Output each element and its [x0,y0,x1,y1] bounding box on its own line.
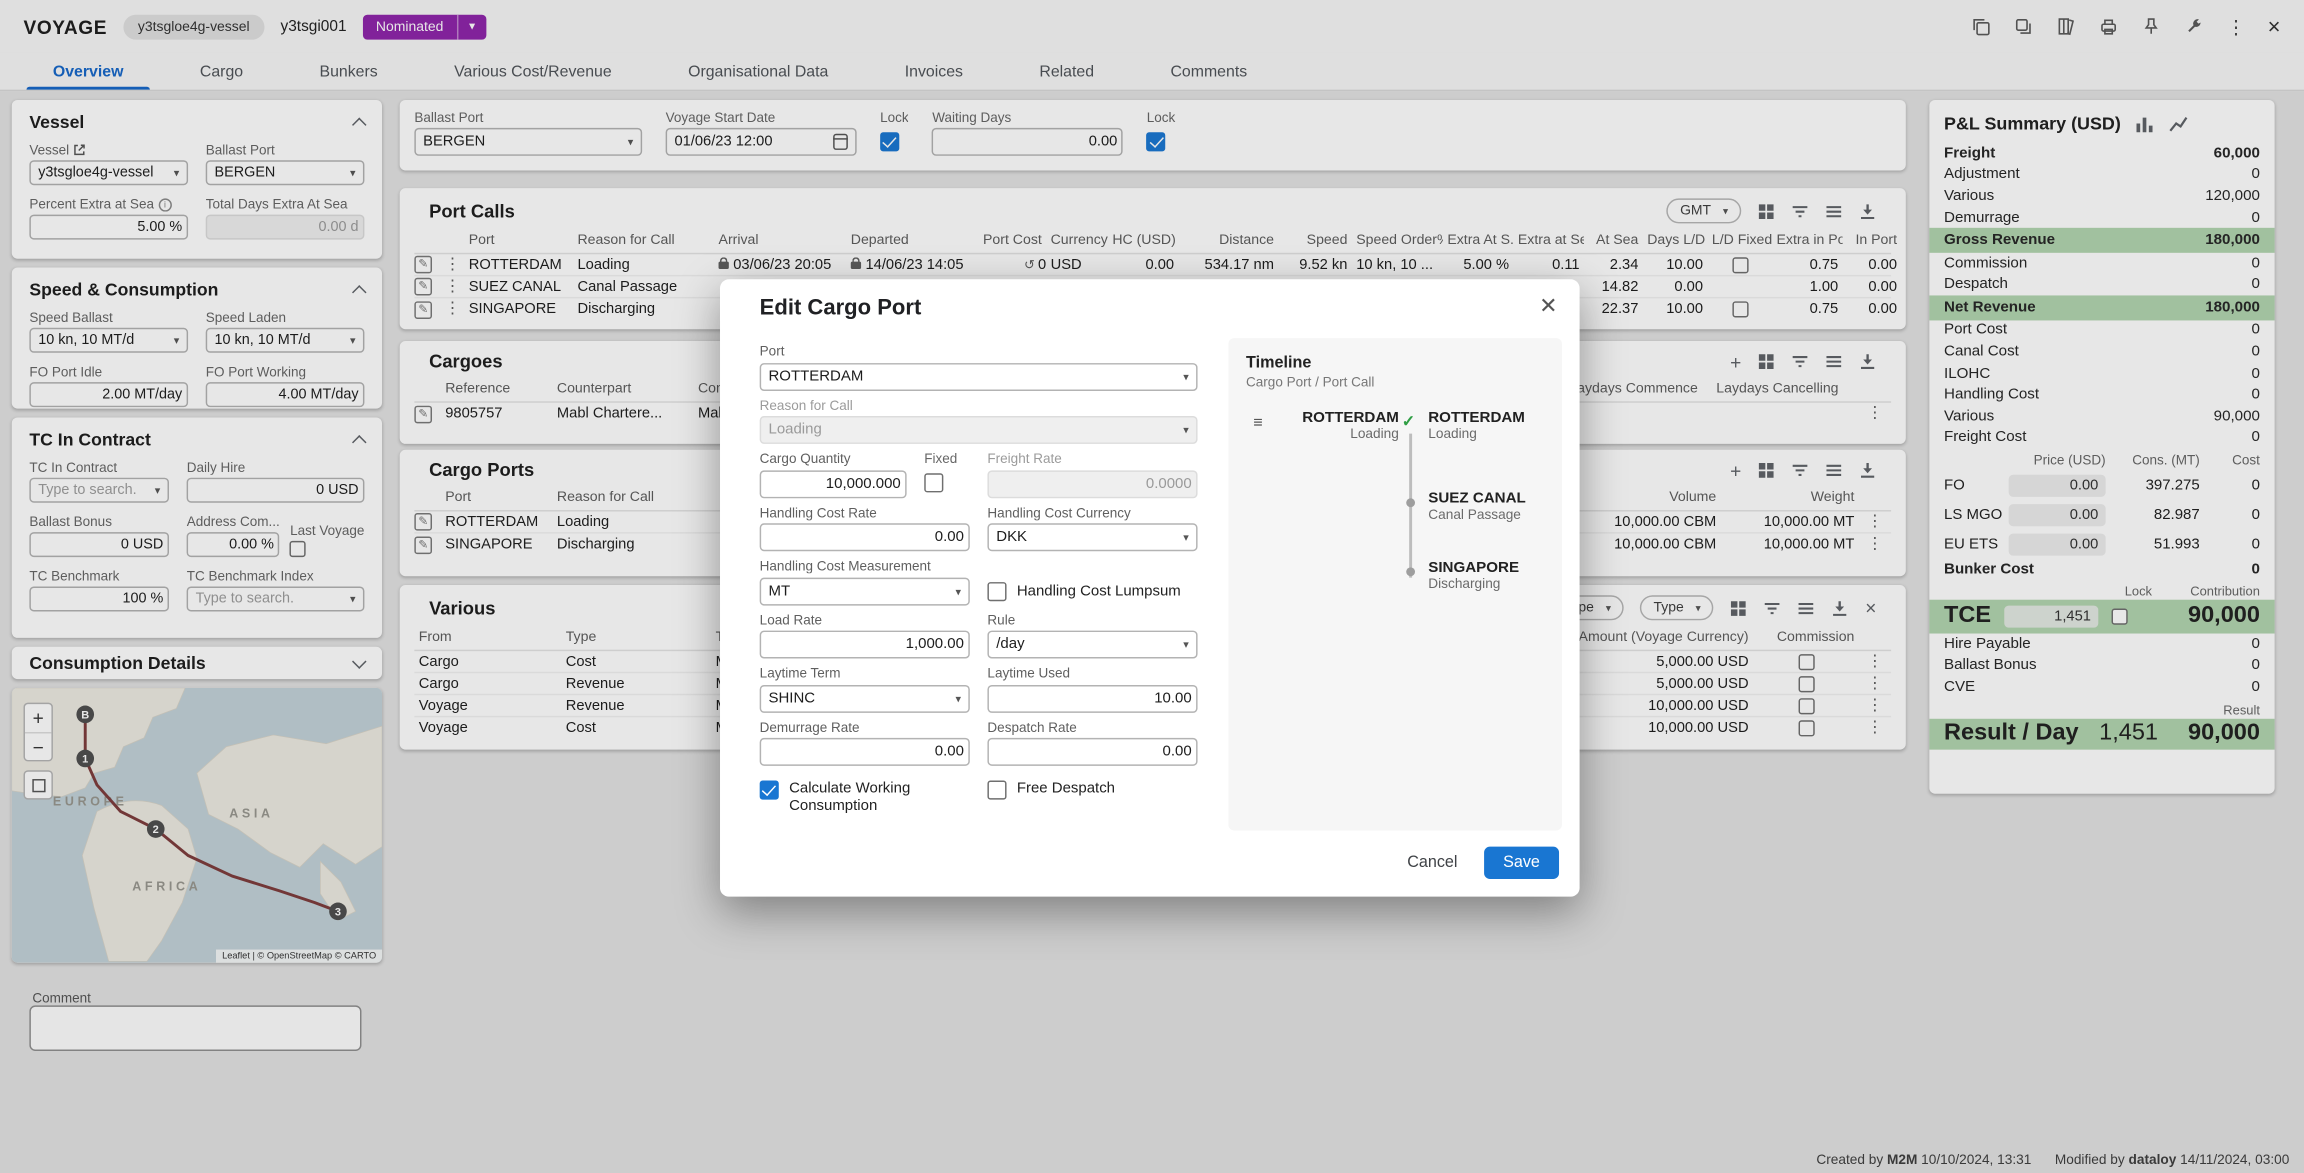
voyage-app: VOYAGE y3tsgloe4g-vessel y3tsgi001 Nomin… [0,0,2304,1173]
handling-cost-measurement-select[interactable]: MT▾ [760,577,970,605]
fixed-checkbox[interactable] [924,473,943,492]
save-button[interactable]: Save [1484,847,1559,879]
timeline-cargo-port[interactable]: ROTTERDAM Loading [1278,410,1398,441]
timeline-port-call[interactable]: ROTTERDAM Loading [1428,410,1568,441]
drag-handle-icon[interactable]: ≡ [1253,415,1262,433]
dialog-close-icon[interactable]: ✕ [1539,293,1557,319]
dialog-title: Edit Cargo Port [760,295,922,320]
cargo-quantity-input[interactable]: 10,000.000 [760,470,907,498]
timeline-port-call[interactable]: SINGAPORE Discharging [1428,560,1568,591]
rule-select[interactable]: /day▾ [987,631,1197,659]
cancel-button[interactable]: Cancel [1407,854,1457,872]
reason-for-call-select: Loading▾ [760,416,1198,444]
handling-cost-lumpsum-checkbox[interactable] [987,582,1006,601]
demurrage-rate-input[interactable]: 0.00 [760,738,970,766]
timeline-port-call[interactable]: SUEZ CANAL Canal Passage [1428,491,1568,522]
check-icon: ✓ [1402,412,1416,431]
edit-cargo-port-dialog: Edit Cargo Port ✕ Port ROTTERDAM▾ Reason… [720,279,1580,896]
freight-rate-input: 0.0000 [987,470,1197,498]
despatch-rate-input[interactable]: 0.00 [987,738,1197,766]
handling-cost-rate-input[interactable]: 0.00 [760,523,970,551]
cargo-port-form: Port ROTTERDAM▾ Reason for Call Loading▾… [760,344,1198,817]
free-despatch-checkbox[interactable] [987,781,1006,800]
port-select[interactable]: ROTTERDAM▾ [760,362,1198,390]
timeline-panel: Timeline Cargo Port / Port Call ≡ ROTTER… [1228,338,1562,830]
timeline-dot [1406,498,1415,507]
handling-cost-currency-select[interactable]: DKK▾ [987,523,1197,551]
laytime-used-input[interactable]: 10.00 [987,684,1197,712]
load-rate-input[interactable]: 1,000.00 [760,631,970,659]
calculate-working-consumption-checkbox[interactable] [760,781,779,800]
laytime-term-select[interactable]: SHINC▾ [760,684,970,712]
timeline-dot [1406,567,1415,576]
